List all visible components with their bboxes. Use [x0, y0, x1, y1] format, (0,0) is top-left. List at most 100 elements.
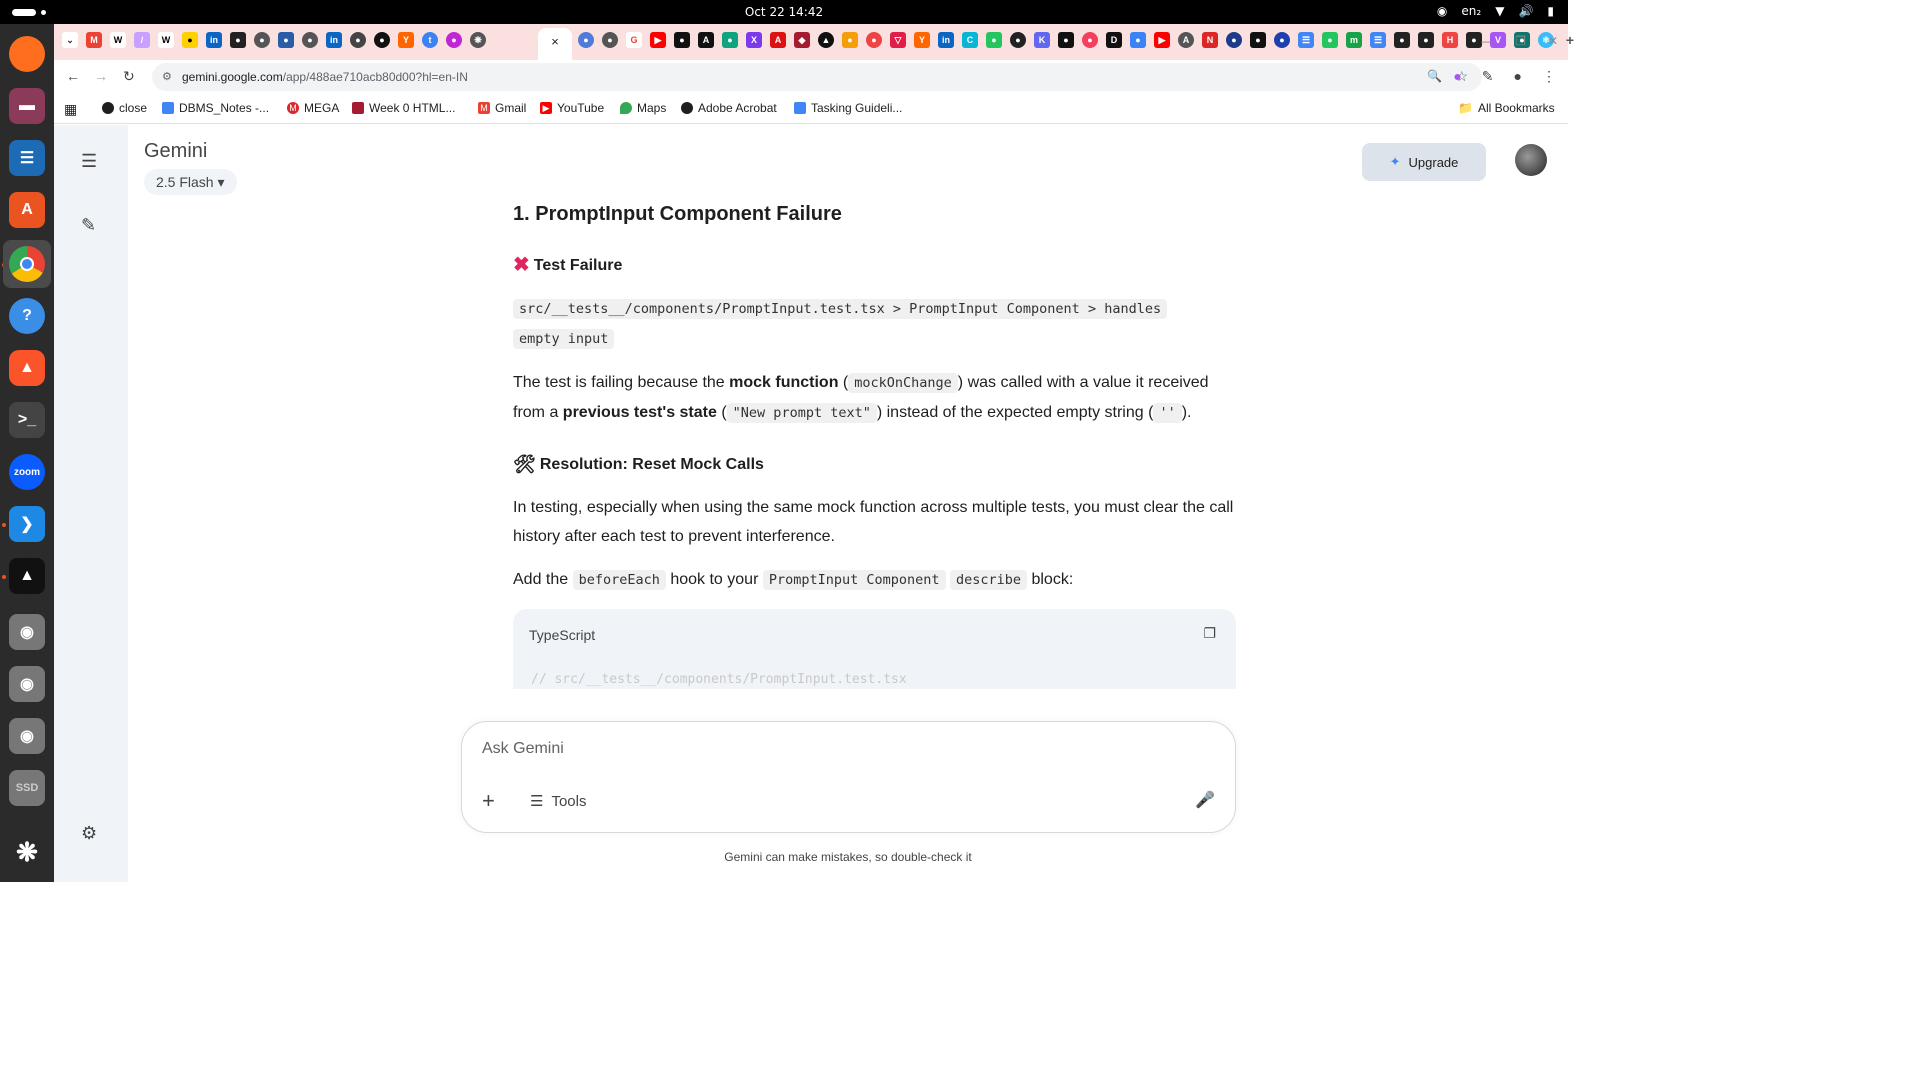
- active-tab[interactable]: ×: [538, 28, 572, 60]
- tab-docs[interactable]: ☰: [1370, 32, 1386, 48]
- tab-gmail[interactable]: M: [86, 32, 102, 48]
- site-info-icon[interactable]: ⚙: [162, 70, 172, 83]
- cube-app-icon[interactable]: ▲: [9, 558, 45, 594]
- tab-app[interactable]: ●: [1226, 32, 1242, 48]
- chrome-icon[interactable]: [3, 240, 51, 288]
- tab-app[interactable]: H: [1442, 32, 1458, 48]
- tab-wiki[interactable]: W: [158, 32, 174, 48]
- help-icon[interactable]: ?: [9, 298, 45, 334]
- battery-icon[interactable]: ▮: [1547, 4, 1554, 18]
- tab-app[interactable]: ●: [602, 32, 618, 48]
- tools-button[interactable]: ☰ Tools: [530, 792, 586, 811]
- writer-icon[interactable]: ☰: [9, 140, 45, 176]
- tab-app[interactable]: A: [698, 32, 714, 48]
- brave-icon[interactable]: ▲: [9, 350, 45, 386]
- tab-wiki[interactable]: W: [110, 32, 126, 48]
- hamburger-menu-icon[interactable]: ☰: [81, 151, 97, 172]
- tab-youtube[interactable]: ▶: [650, 32, 666, 48]
- firefox-icon[interactable]: [9, 36, 45, 72]
- tab-app[interactable]: ●: [674, 32, 690, 48]
- url-text[interactable]: gemini.google.com/app/488ae710acb80d00?h…: [182, 70, 468, 84]
- tab-app[interactable]: ●: [578, 32, 594, 48]
- prompt-composer[interactable]: Ask Gemini + ☰ Tools 🎤: [461, 721, 1236, 833]
- tab-app[interactable]: ●: [1394, 32, 1410, 48]
- tab-app[interactable]: D: [1106, 32, 1122, 48]
- tab-app[interactable]: ●: [1274, 32, 1290, 48]
- apps-grid-icon[interactable]: ▦: [64, 101, 77, 118]
- wifi-icon[interactable]: ▼: [1495, 4, 1504, 18]
- forward-arrow-icon[interactable]: →: [94, 68, 108, 84]
- tab-app[interactable]: ●: [374, 32, 390, 48]
- profile-icon[interactable]: ●: [1514, 68, 1522, 85]
- tray-app-icon[interactable]: ◉: [1437, 4, 1447, 18]
- maximize-icon[interactable]: ❐: [1515, 34, 1526, 48]
- tab-github[interactable]: ●: [230, 32, 246, 48]
- input-language[interactable]: en₂: [1461, 4, 1481, 18]
- bookmark-item[interactable]: M Gmail: [478, 101, 526, 115]
- tab-search-icon[interactable]: ⌄: [62, 32, 78, 48]
- disk-icon[interactable]: ◉: [9, 718, 45, 754]
- tab-app[interactable]: ●: [1058, 32, 1074, 48]
- vscode-icon[interactable]: ❯: [9, 506, 45, 542]
- tab-app[interactable]: /: [134, 32, 150, 48]
- address-bar[interactable]: ⚙ gemini.google.com/app/488ae710acb80d00…: [152, 63, 1482, 91]
- app-title[interactable]: Gemini: [144, 140, 207, 163]
- add-plus-icon[interactable]: +: [482, 788, 495, 814]
- settings-gear-icon[interactable]: ⚙: [81, 823, 97, 844]
- tab-linkedin[interactable]: in: [938, 32, 954, 48]
- tab-app[interactable]: ●: [254, 32, 270, 48]
- terminal-icon[interactable]: >_: [9, 402, 45, 438]
- tab-app[interactable]: ●: [1322, 32, 1338, 48]
- bookmark-item[interactable]: M MEGA: [287, 101, 339, 115]
- tab-app[interactable]: ▲: [818, 32, 834, 48]
- tab-docs[interactable]: ☰: [1298, 32, 1314, 48]
- tab-app[interactable]: ●: [842, 32, 858, 48]
- model-selector[interactable]: 2.5 Flash ▾: [144, 169, 237, 195]
- tab-app[interactable]: ●: [986, 32, 1002, 48]
- tab-app[interactable]: A: [1178, 32, 1194, 48]
- bookmark-item[interactable]: DBMS_Notes -...: [162, 101, 269, 115]
- tab-github[interactable]: ●: [1418, 32, 1434, 48]
- files-icon[interactable]: ▬: [9, 88, 45, 124]
- prompt-input[interactable]: Ask Gemini: [482, 740, 564, 758]
- system-tray[interactable]: ◉ en₂ ▼ 🔊 ▮: [1437, 4, 1554, 18]
- all-bookmarks[interactable]: 📁 All Bookmarks: [1458, 101, 1555, 115]
- tab-linkedin[interactable]: in: [326, 32, 342, 48]
- close-tab-icon[interactable]: ×: [551, 34, 559, 49]
- tab-app[interactable]: ●: [1250, 32, 1266, 48]
- show-apps-icon[interactable]: ❋: [9, 834, 45, 870]
- new-chat-icon[interactable]: ✎: [81, 215, 96, 236]
- tab-linkedin[interactable]: in: [206, 32, 222, 48]
- tab-app[interactable]: ●: [722, 32, 738, 48]
- bookmark-item[interactable]: Week 0 HTML...: [352, 101, 455, 115]
- upgrade-button[interactable]: ✦ Upgrade: [1362, 143, 1486, 181]
- tab-ycombinator[interactable]: Y: [914, 32, 930, 48]
- bookmark-item[interactable]: Adobe Acrobat: [681, 101, 777, 115]
- tab-app[interactable]: ●: [1130, 32, 1146, 48]
- tab-app[interactable]: m: [1346, 32, 1362, 48]
- bookmark-item[interactable]: ▶ YouTube: [540, 101, 604, 115]
- bookmark-item[interactable]: Tasking Guideli...: [794, 101, 902, 115]
- tab-chatgpt[interactable]: ❋: [470, 32, 486, 48]
- tab-app[interactable]: ◆: [794, 32, 810, 48]
- tab-app[interactable]: ●: [182, 32, 198, 48]
- new-tab-button[interactable]: +: [1562, 32, 1578, 48]
- tab-app[interactable]: ●: [1082, 32, 1098, 48]
- disk-icon[interactable]: ◉: [9, 666, 45, 702]
- extensions-puzzle-icon[interactable]: ✎: [1482, 68, 1494, 85]
- tab-app[interactable]: K: [1034, 32, 1050, 48]
- avatar[interactable]: [1515, 144, 1547, 176]
- copy-code-icon[interactable]: ❐: [1203, 619, 1216, 648]
- minimize-icon[interactable]: —: [1481, 34, 1493, 48]
- app-center-icon[interactable]: A: [9, 192, 45, 228]
- menu-dots-icon[interactable]: ⋮: [1542, 68, 1556, 85]
- tab-app[interactable]: ●: [1010, 32, 1026, 48]
- tab-ycombinator[interactable]: Y: [398, 32, 414, 48]
- tab-app[interactable]: t: [422, 32, 438, 48]
- tab-app[interactable]: ●: [278, 32, 294, 48]
- back-arrow-icon[interactable]: ←: [66, 68, 80, 84]
- tab-app[interactable]: C: [962, 32, 978, 48]
- tab-github[interactable]: ●: [1466, 32, 1482, 48]
- tab-youtube[interactable]: ▶: [1154, 32, 1170, 48]
- tab-app[interactable]: ▽: [890, 32, 906, 48]
